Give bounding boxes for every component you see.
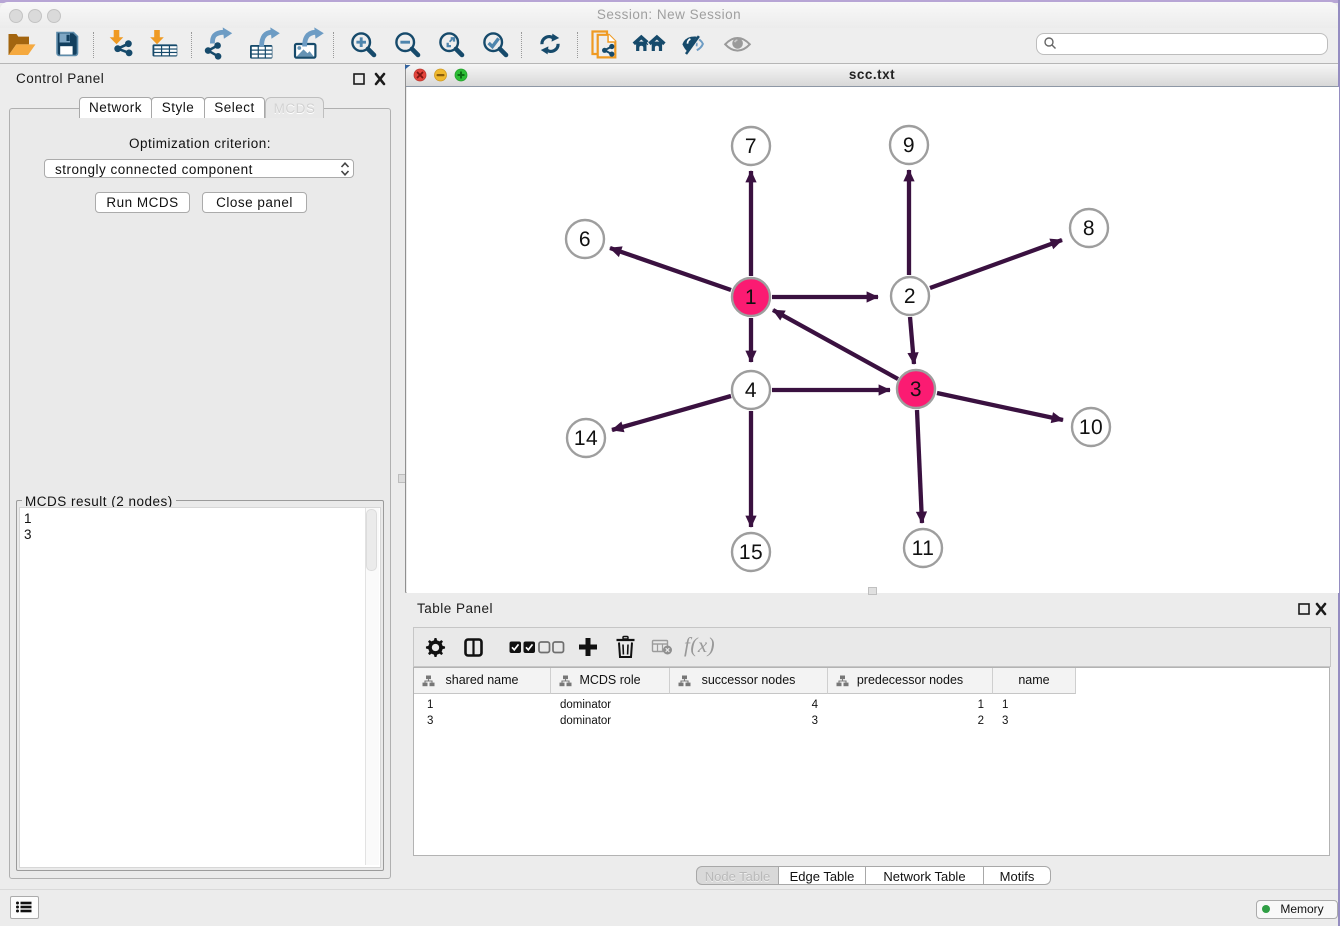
svg-text:4: 4 [745, 379, 757, 402]
svg-text:2: 2 [904, 285, 916, 308]
svg-text:7: 7 [745, 135, 757, 158]
svg-text:1: 1 [745, 286, 757, 309]
svg-text:10: 10 [1079, 416, 1103, 439]
svg-text:9: 9 [903, 134, 915, 157]
svg-text:8: 8 [1083, 217, 1095, 240]
svg-text:11: 11 [912, 537, 935, 560]
svg-text:15: 15 [739, 541, 763, 564]
svg-text:3: 3 [910, 378, 922, 401]
svg-text:14: 14 [574, 427, 598, 450]
svg-text:6: 6 [579, 228, 591, 251]
